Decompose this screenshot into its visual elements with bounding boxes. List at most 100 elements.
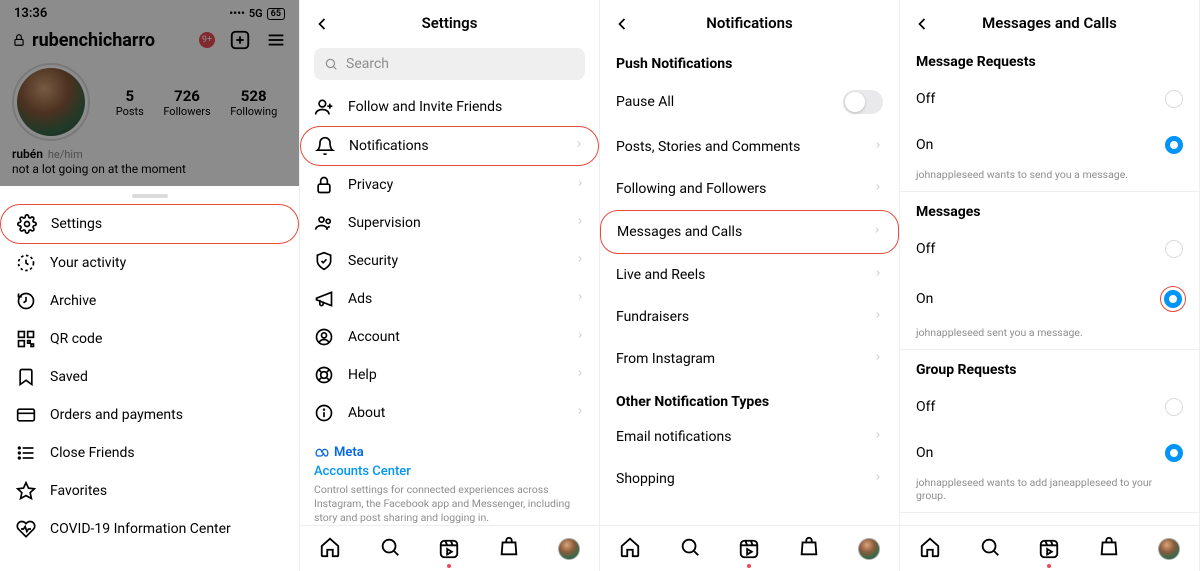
row-fundraisers[interactable]: Fundraisers [600, 296, 899, 338]
menu-saved[interactable]: Saved [0, 358, 299, 396]
radio-msgreq-off[interactable]: Off [900, 76, 1199, 122]
tab-reels[interactable] [438, 538, 460, 560]
row-following[interactable]: Following and Followers [600, 168, 899, 210]
menu-favorites[interactable]: Favorites [0, 472, 299, 510]
menu-orders[interactable]: Orders and payments [0, 396, 299, 434]
accounts-center-link[interactable]: Accounts Center [314, 464, 585, 479]
menu-label: Close Friends [50, 445, 135, 461]
sheet-handle[interactable] [132, 194, 168, 198]
notification-badge: 9+ [199, 32, 215, 48]
search-input[interactable]: Search [314, 48, 585, 80]
page-header: Settings [300, 0, 599, 42]
avatar[interactable] [12, 63, 90, 141]
chevron-right-icon [575, 404, 585, 422]
menu-label: COVID-19 Information Center [50, 521, 231, 537]
row-follow-invite[interactable]: Follow and Invite Friends [300, 88, 599, 126]
row-label: Posts, Stories and Comments [616, 139, 873, 155]
menu-label: Orders and payments [50, 407, 183, 423]
tab-reels[interactable] [738, 538, 760, 560]
row-privacy[interactable]: Privacy [300, 166, 599, 204]
back-button[interactable] [312, 14, 332, 38]
back-button[interactable] [912, 14, 932, 38]
menu-qr[interactable]: QR code [0, 320, 299, 358]
tab-shop[interactable] [798, 536, 820, 562]
shield-icon [314, 251, 334, 271]
tab-search[interactable] [979, 536, 1001, 562]
radio-grp-off[interactable]: Off [900, 384, 1199, 430]
toggle-pause-all[interactable] [843, 90, 883, 114]
stat-following[interactable]: 528Following [230, 87, 277, 118]
tab-home[interactable] [319, 536, 341, 562]
row-account[interactable]: Account [300, 318, 599, 356]
panel-messages-calls: Messages and Calls Message Requests Off … [900, 0, 1200, 571]
radio-icon[interactable] [1165, 398, 1183, 416]
row-supervision[interactable]: Supervision [300, 204, 599, 242]
chevron-right-icon [873, 138, 883, 156]
row-help[interactable]: Help [300, 356, 599, 394]
chevron-right-icon [574, 137, 584, 155]
tab-reels[interactable] [1038, 538, 1060, 560]
username[interactable]: rubenchicharro [32, 30, 195, 51]
menu-settings[interactable]: Settings [0, 204, 299, 244]
panel-profile: 13:36 •••• 5G 65 rubenchicharro 9+ 5Post… [0, 0, 300, 571]
radio-label: Off [916, 241, 1165, 257]
radio-icon[interactable] [1165, 240, 1183, 258]
menu-close-friends[interactable]: Close Friends [0, 434, 299, 472]
qr-icon [16, 329, 36, 349]
row-shopping[interactable]: Shopping [600, 458, 899, 500]
page-title: Messages and Calls [982, 14, 1117, 32]
status-network: 5G [249, 7, 263, 20]
row-ads[interactable]: Ads [300, 280, 599, 318]
row-email[interactable]: Email notifications [600, 416, 899, 458]
stat-followers[interactable]: 726Followers [163, 87, 210, 118]
radio-icon[interactable] [1165, 136, 1183, 154]
tab-home[interactable] [619, 536, 641, 562]
menu-icon[interactable] [265, 29, 287, 51]
tab-search[interactable] [379, 536, 401, 562]
tab-home[interactable] [919, 536, 941, 562]
stat-posts[interactable]: 5Posts [116, 87, 144, 118]
radio-msg-off[interactable]: Off [900, 226, 1199, 272]
chevron-right-icon [575, 176, 585, 194]
menu-activity[interactable]: Your activity [0, 244, 299, 282]
meta-logo: Meta [314, 444, 585, 460]
tab-shop[interactable] [498, 536, 520, 562]
tab-profile[interactable] [558, 538, 580, 560]
tab-profile[interactable] [858, 538, 880, 560]
row-posts[interactable]: Posts, Stories and Comments [600, 126, 899, 168]
row-messages-calls[interactable]: Messages and Calls [600, 210, 899, 254]
bell-icon [315, 136, 335, 156]
menu-archive[interactable]: Archive [0, 282, 299, 320]
row-security[interactable]: Security [300, 242, 599, 280]
megaphone-icon [314, 289, 334, 309]
row-about[interactable]: About [300, 394, 599, 432]
row-pause-all[interactable]: Pause All [600, 78, 899, 126]
radio-msgreq-on[interactable]: On [900, 122, 1199, 168]
row-from-instagram[interactable]: From Instagram [600, 338, 899, 380]
row-label: Account [348, 329, 561, 345]
radio-icon[interactable] [1165, 444, 1183, 462]
messages-calls-list: Message Requests Off On johnappleseed wa… [900, 42, 1199, 571]
red-dot-icon [447, 564, 451, 568]
settings-list: Follow and Invite Friends Notifications … [300, 88, 599, 571]
hint-grp: johnappleseed wants to add janeappleseed… [900, 476, 1199, 512]
radio-icon[interactable] [1165, 90, 1183, 108]
menu-covid[interactable]: COVID-19 Information Center [0, 510, 299, 548]
radio-grp-on[interactable]: On [900, 430, 1199, 476]
create-icon[interactable] [229, 29, 251, 51]
radio-icon[interactable] [1164, 290, 1182, 308]
tab-profile[interactable] [1158, 538, 1180, 560]
tab-search[interactable] [679, 536, 701, 562]
help-icon [314, 365, 334, 385]
bio-pronoun: he/him [48, 148, 83, 161]
radio-msg-on[interactable]: On [900, 272, 1199, 326]
red-dot-icon [747, 564, 751, 568]
row-notifications[interactable]: Notifications [300, 126, 599, 166]
tab-shop[interactable] [1098, 536, 1120, 562]
row-live[interactable]: Live and Reels [600, 254, 899, 296]
back-button[interactable] [612, 14, 632, 38]
panel-notifications: Notifications Push Notifications Pause A… [600, 0, 900, 571]
row-label: Notifications [349, 138, 560, 154]
radio-label: On [916, 291, 1160, 307]
page-title: Settings [422, 14, 478, 32]
